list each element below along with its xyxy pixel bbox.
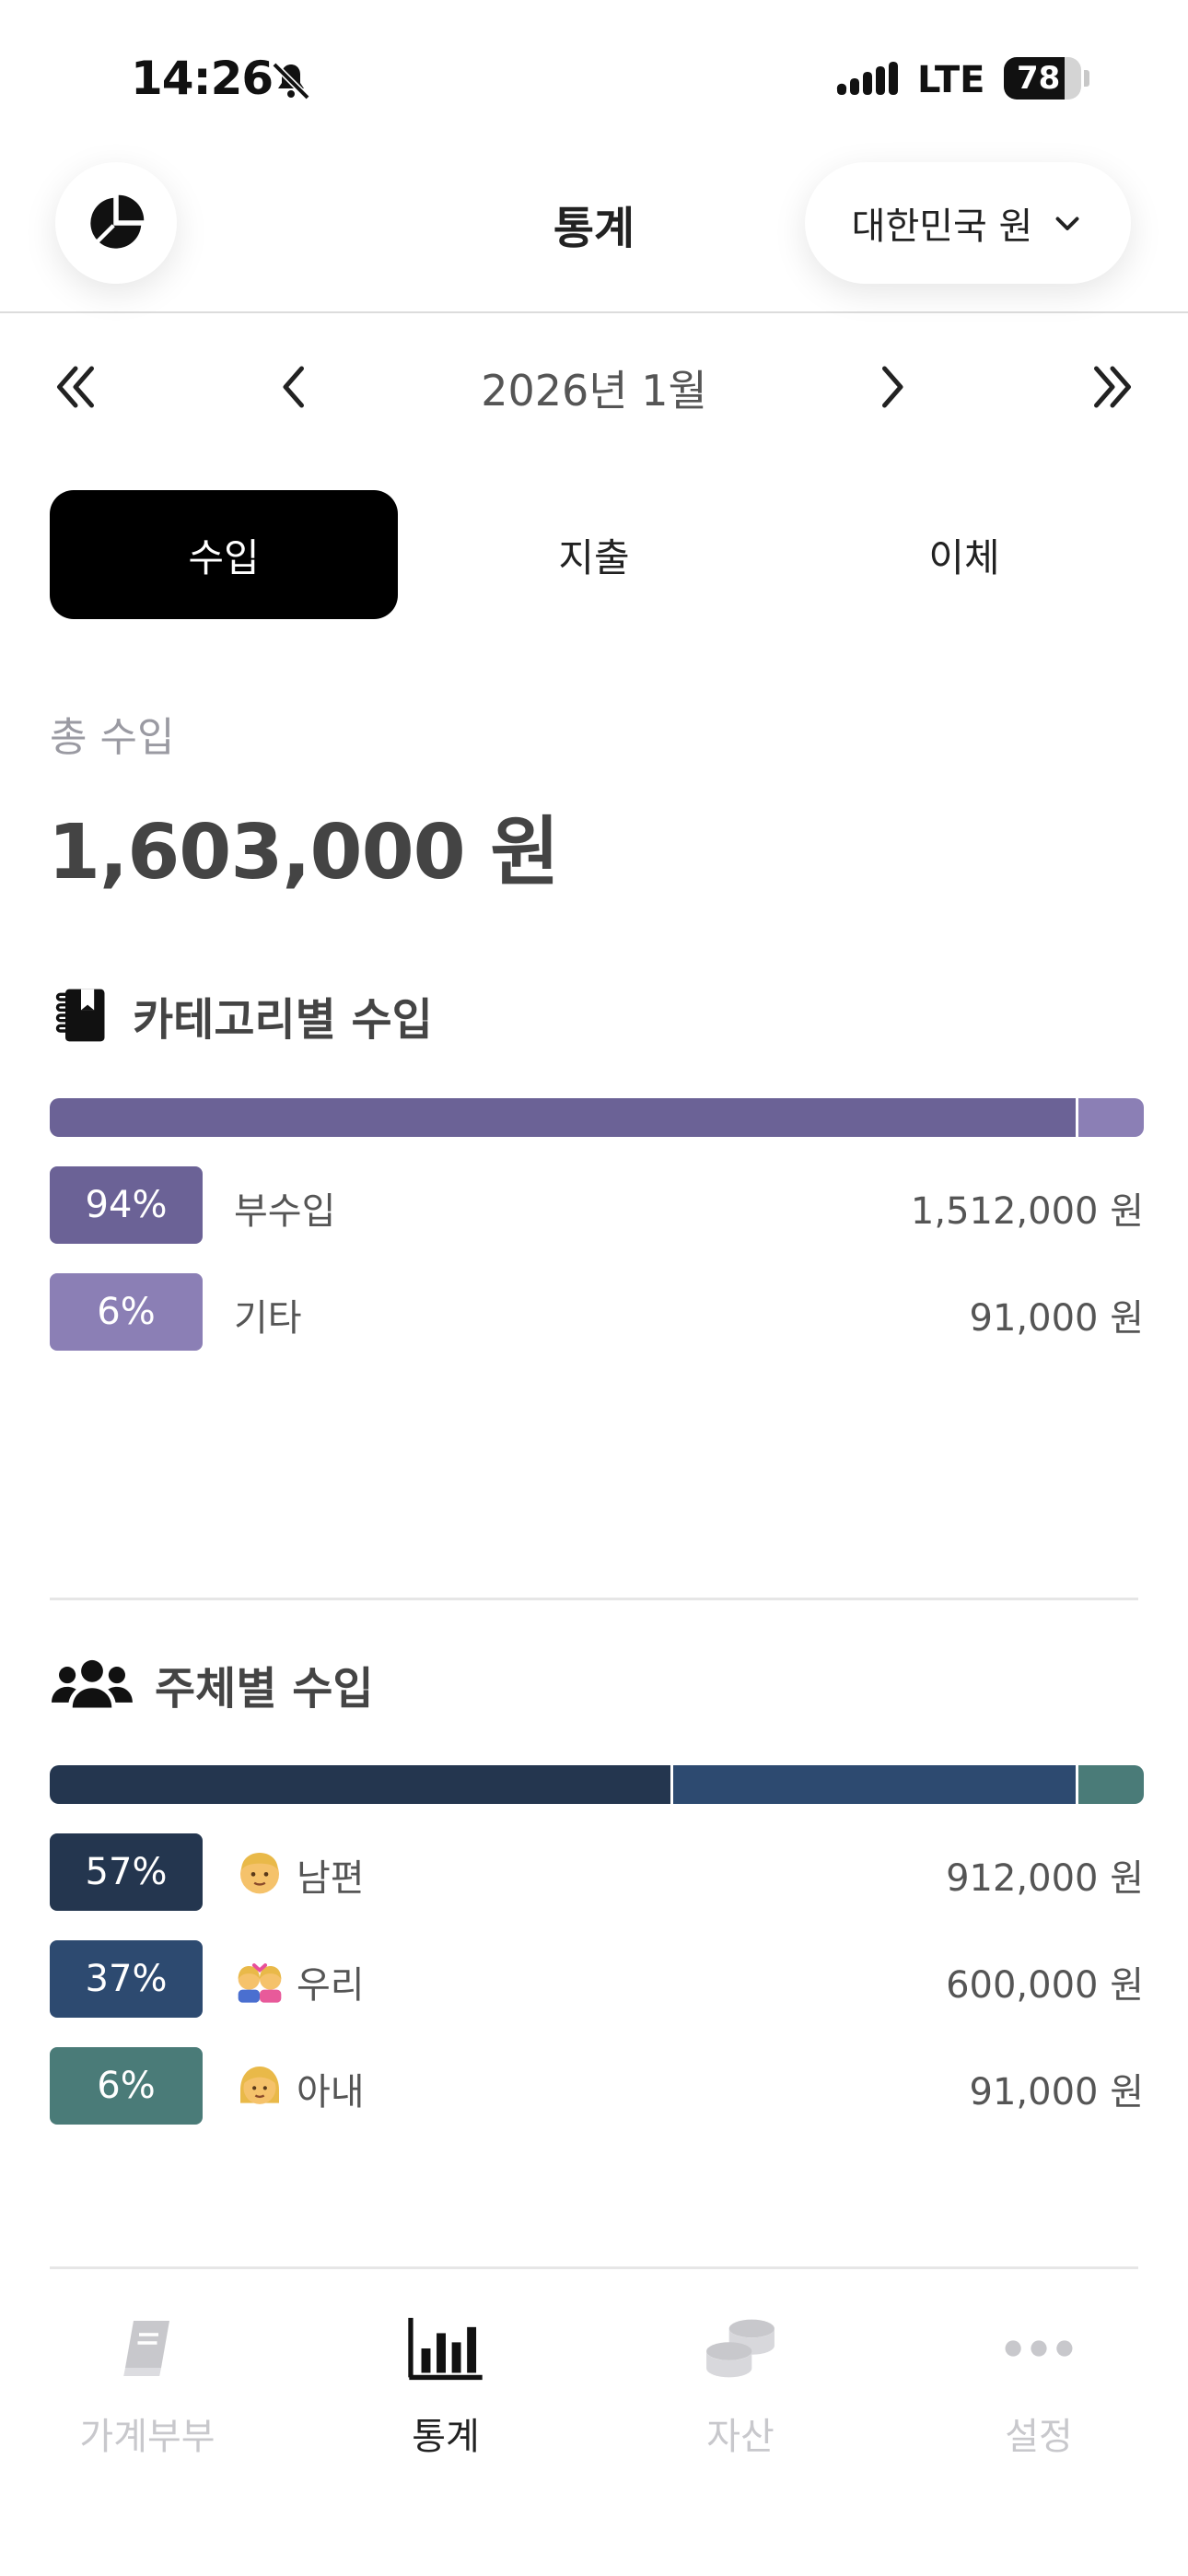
double-chevron-right-icon (1094, 366, 1131, 408)
users-icon (52, 1659, 133, 1708)
category-row[interactable]: 6% 기타 91,000 원 (50, 1273, 1144, 1351)
tab-transfer[interactable]: 이체 (790, 490, 1138, 619)
tab-income[interactable]: 수입 (50, 490, 398, 619)
woman-icon (240, 2067, 279, 2104)
bar-segment (670, 1765, 1077, 1804)
category-stacked-bar (50, 1098, 1144, 1137)
percent-badge: 6% (50, 1273, 203, 1351)
percent-badge: 94% (50, 1166, 203, 1244)
member-row[interactable]: 6% 아내 91,000 원 (50, 2047, 1144, 2125)
battery-level: 78 (1017, 60, 1061, 97)
bottom-navigation: 가계부부 통계 자산 설정 (0, 2270, 1188, 2576)
bar-segment (50, 1098, 1076, 1137)
tab-expense[interactable]: 지출 (420, 490, 768, 619)
category-section-header: 카테고리별 수입 (50, 978, 433, 1052)
month-navigation: 2026년 1월 (0, 350, 1188, 424)
category-amount: 91,000 원 (969, 1297, 1144, 1340)
network-type: LTE (917, 59, 985, 101)
total-value: 1,603,000 원 (48, 809, 560, 896)
member-section-header: 주체별 수입 (50, 1647, 374, 1721)
member-row[interactable]: 57% 남편 912,000 원 (50, 1833, 1144, 1911)
category-name: 기타 (234, 1297, 302, 1340)
member-name: 우리 (297, 1964, 365, 2007)
nav-label: 가계부부 (79, 2416, 215, 2458)
currency-label: 대한민국 원 (851, 205, 1033, 248)
next-year-button[interactable] (1076, 350, 1149, 424)
couple-icon (238, 1963, 282, 2003)
member-row[interactable]: 37% 우리 600,000 원 (50, 1940, 1144, 2018)
nav-item-stats[interactable]: 통계 (344, 2307, 547, 2491)
nav-item-ledger[interactable]: 가계부부 (46, 2307, 249, 2491)
bar-segment (1076, 1765, 1144, 1804)
bar-segment (1075, 1098, 1144, 1137)
current-month: 2026년 1월 (481, 366, 707, 416)
man-icon (240, 1853, 279, 1894)
chevron-right-icon (882, 366, 903, 408)
percent-badge: 37% (50, 1940, 203, 2018)
member-amount: 912,000 원 (946, 1857, 1144, 1900)
chevron-down-icon (1055, 217, 1079, 230)
percent-badge: 57% (50, 1833, 203, 1911)
nav-item-assets[interactable]: 자산 (639, 2307, 842, 2491)
member-name: 남편 (297, 1857, 365, 1900)
notebook-icon (55, 989, 105, 1042)
book-icon (106, 2307, 189, 2390)
member-amount: 600,000 원 (946, 1964, 1144, 2007)
bar-segment (50, 1765, 670, 1804)
section-divider (50, 1598, 1138, 1600)
next-month-button[interactable] (855, 350, 928, 424)
coins-icon (699, 2307, 782, 2390)
category-name: 부수입 (234, 1190, 336, 1233)
percent-badge: 6% (50, 2047, 203, 2125)
type-tabs: 수입 지출 이체 (50, 490, 1138, 619)
battery-cap (1084, 70, 1089, 87)
total-label: 총 수입 (50, 714, 175, 761)
nav-label: 설정 (1005, 2416, 1073, 2458)
bell-muted-icon (272, 62, 310, 100)
header: 통계 대한민국 원 (0, 138, 1188, 313)
member-amount: 91,000 원 (969, 2071, 1144, 2113)
category-amount: 1,512,000 원 (910, 1190, 1144, 1233)
nav-label: 통계 (412, 2416, 480, 2458)
member-name: 아내 (297, 2071, 365, 2113)
more-icon (997, 2307, 1080, 2390)
category-row[interactable]: 94% 부수입 1,512,000 원 (50, 1166, 1144, 1244)
status-time: 14:26 (131, 52, 274, 105)
signal-icon (836, 62, 898, 95)
member-section-title: 주체별 수입 (155, 1663, 374, 1715)
bar-chart-icon (404, 2307, 487, 2390)
currency-selector[interactable]: 대한민국 원 (805, 162, 1131, 284)
member-stacked-bar (50, 1765, 1144, 1804)
battery-icon: 78 (1004, 57, 1081, 100)
bottom-nav-divider (50, 2266, 1138, 2269)
status-bar: 14:26 LTE 78 (0, 0, 1188, 138)
nav-item-settings[interactable]: 설정 (938, 2307, 1140, 2491)
category-section-title: 카테고리별 수입 (133, 994, 433, 1046)
nav-label: 자산 (706, 2416, 775, 2458)
